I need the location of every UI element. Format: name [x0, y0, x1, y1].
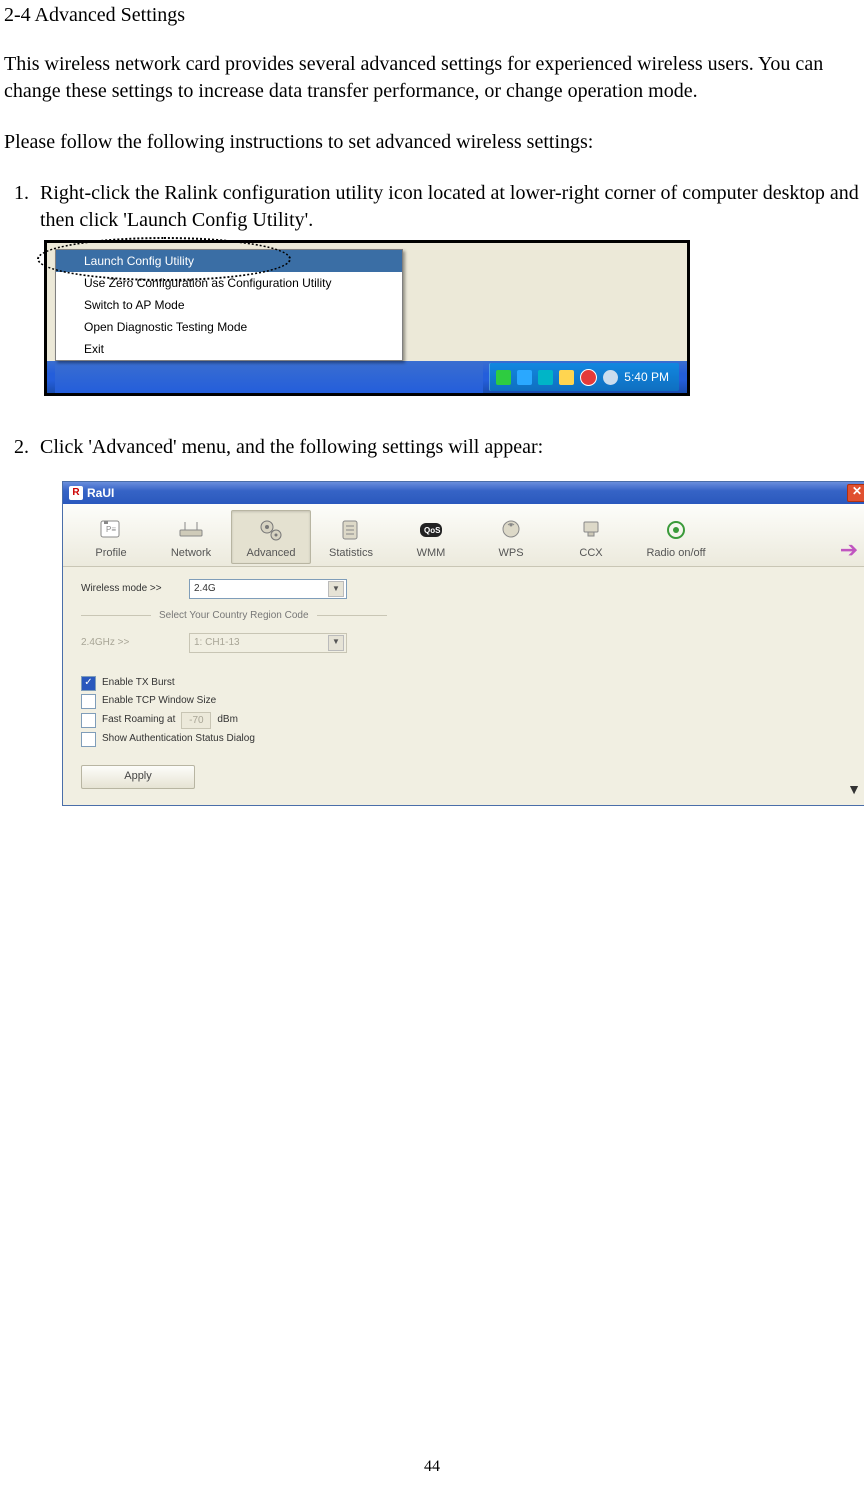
country-code-combo: 1: CH1-13 ▼	[189, 633, 347, 653]
country-region-fieldset: Select Your Country Region Code	[81, 609, 853, 623]
country-code-label: 2.4GHz >>	[81, 636, 179, 650]
close-icon[interactable]: ✕	[847, 484, 864, 502]
tab-network[interactable]: Network	[151, 510, 231, 564]
tab-statistics[interactable]: Statistics	[311, 510, 391, 564]
country-region-legend: Select Your Country Region Code	[159, 609, 309, 623]
checkbox-label: Enable TX Burst	[102, 676, 175, 690]
tab-advanced[interactable]: Advanced	[231, 510, 311, 564]
tray-icon[interactable]	[580, 369, 597, 386]
tab-label: WPS	[498, 546, 523, 561]
statistics-icon	[340, 517, 362, 543]
taskbar-left	[55, 361, 483, 393]
chevron-down-icon: ▼	[328, 635, 344, 651]
wireless-mode-value: 2.4G	[194, 582, 216, 596]
tab-profile[interactable]: P≡ Profile	[71, 510, 151, 564]
tab-label: Network	[171, 546, 211, 561]
page-number: 44	[0, 1458, 864, 1476]
step-2-text: Click 'Advanced' menu, and the following…	[40, 436, 543, 458]
tab-label: Statistics	[329, 546, 373, 561]
svg-text:QoS: QoS	[424, 526, 441, 535]
ctx-item-exit[interactable]: Exit	[56, 338, 402, 360]
screenshot-context-menu: Launch Config Utility Use Zero Configura…	[44, 240, 690, 396]
gear-icon	[258, 517, 284, 543]
checkbox-label: Enable TCP Window Size	[102, 694, 216, 708]
radio-icon	[665, 517, 687, 543]
system-tray: 5:40 PM	[489, 363, 679, 391]
wmm-icon: QoS	[417, 517, 445, 543]
checkbox-tx-burst[interactable]: ✓	[81, 676, 96, 691]
raui-body: Wireless mode >> 2.4G ▼ Select Your Coun…	[63, 567, 864, 805]
tray-wifi-icon[interactable]	[603, 370, 618, 385]
raui-logo-icon: R	[69, 486, 83, 500]
tab-wmm[interactable]: QoS WMM	[391, 510, 471, 564]
apply-button[interactable]: Apply	[81, 765, 195, 789]
tab-label: Profile	[95, 546, 126, 561]
tray-icon[interactable]	[559, 370, 574, 385]
fast-roaming-pre: Fast Roaming at	[102, 713, 175, 727]
ctx-item-zero-config[interactable]: Use Zero Configuration as Configuration …	[56, 272, 402, 294]
context-menu: Launch Config Utility Use Zero Configura…	[55, 249, 403, 361]
step-1-text: Right-click the Ralink configuration uti…	[40, 182, 859, 231]
intro-paragraph-2: Please follow the following instructions…	[4, 129, 860, 156]
taskbar-clock: 5:40 PM	[624, 369, 669, 385]
raui-toolbar: P≡ Profile Network Advanc	[63, 504, 864, 567]
ccx-icon	[579, 517, 603, 543]
tab-label: CCX	[579, 546, 602, 561]
fast-roaming-value: -70	[181, 712, 211, 729]
checkbox-tcp-window[interactable]	[81, 694, 96, 709]
tab-label: Advanced	[247, 546, 296, 561]
raui-titlebar: R RaUI ✕	[63, 482, 864, 504]
fast-roaming-unit: dBm	[217, 713, 238, 727]
raui-title-text: RaUI	[87, 485, 114, 501]
wireless-mode-label: Wireless mode >>	[81, 582, 179, 596]
ctx-item-diagnostic[interactable]: Open Diagnostic Testing Mode	[56, 316, 402, 338]
step-2: Click 'Advanced' menu, and the following…	[34, 434, 860, 806]
raui-window: R RaUI ✕ P≡ Profile	[62, 481, 864, 806]
tab-label: Radio on/off	[646, 546, 705, 561]
expand-down-icon[interactable]: ▼	[847, 780, 861, 799]
svg-text:P≡: P≡	[106, 525, 116, 534]
checkbox-auth-dialog[interactable]	[81, 732, 96, 747]
tab-ccx[interactable]: CCX	[551, 510, 631, 564]
ctx-item-switch-ap[interactable]: Switch to AP Mode	[56, 294, 402, 316]
ctx-item-launch-config[interactable]: Launch Config Utility	[56, 250, 402, 272]
intro-paragraph-1: This wireless network card provides seve…	[4, 51, 860, 105]
tray-icon[interactable]	[517, 370, 532, 385]
wps-icon	[499, 517, 523, 543]
tab-radio-onoff[interactable]: Radio on/off	[631, 510, 721, 564]
toolbar-next-icon[interactable]: ➔	[835, 536, 863, 564]
tray-ralink-icon[interactable]	[496, 370, 511, 385]
tab-label: WMM	[417, 546, 446, 561]
checkbox-label: Show Authentication Status Dialog	[102, 732, 255, 746]
taskbar: 5:40 PM	[47, 361, 687, 393]
tab-wps[interactable]: WPS	[471, 510, 551, 564]
section-title: 2-4 Advanced Settings	[4, 4, 860, 27]
step-1: Right-click the Ralink configuration uti…	[34, 180, 860, 420]
network-icon	[174, 517, 208, 543]
chevron-down-icon: ▼	[328, 581, 344, 597]
tray-icon[interactable]	[538, 370, 553, 385]
country-code-value: 1: CH1-13	[194, 636, 240, 650]
profile-icon: P≡	[98, 517, 124, 543]
checkbox-fast-roaming[interactable]	[81, 713, 96, 728]
wireless-mode-combo[interactable]: 2.4G ▼	[189, 579, 347, 599]
